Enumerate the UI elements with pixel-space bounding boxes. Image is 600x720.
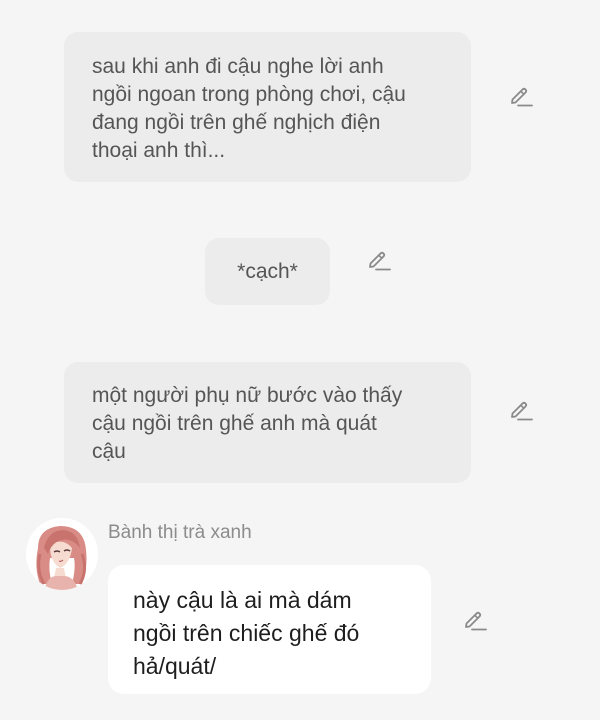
character-avatar[interactable]	[26, 518, 98, 590]
pencil-edit-icon	[511, 401, 533, 421]
pencil-edit-icon	[369, 251, 391, 271]
message-line: một người phụ nữ bước vào thấy	[92, 384, 403, 407]
sender-name: Bành thị trà xanh	[108, 522, 252, 543]
message-line: hả/quát/	[133, 653, 217, 679]
narration-bubble-1: sau khi anh đi cậu nghe lời anh ngồi ngo…	[64, 32, 471, 182]
character-message-bubble: này cậu là ai mà dám ngồi trên chiếc ghế…	[108, 565, 431, 694]
edit-message-button[interactable]	[364, 246, 394, 276]
edit-message-button[interactable]	[506, 82, 536, 112]
message-line: ngồi ngoan trong phòng chơi, cậu	[92, 83, 406, 106]
edit-message-button[interactable]	[506, 396, 536, 426]
message-line: cậu	[92, 440, 126, 463]
narration-bubble-2: *cạch*	[205, 238, 330, 305]
pencil-edit-icon	[511, 87, 533, 107]
narration-bubble-3: một người phụ nữ bước vào thấy cậu ngồi …	[64, 362, 471, 483]
edit-message-button[interactable]	[460, 606, 490, 636]
message-text: *cạch*	[237, 260, 298, 283]
message-line: đang ngồi trên ghế nghịch điện	[92, 111, 381, 134]
pencil-edit-icon	[465, 611, 487, 631]
message-line: thoại anh thì...	[92, 139, 226, 162]
message-line: này cậu là ai mà dám	[133, 587, 352, 613]
avatar-image	[26, 518, 98, 590]
message-line: sau khi anh đi cậu nghe lời anh	[92, 55, 384, 78]
message-line: ngồi trên chiếc ghế đó	[133, 620, 360, 646]
message-line: cậu ngồi trên ghế anh mà quát	[92, 412, 377, 435]
